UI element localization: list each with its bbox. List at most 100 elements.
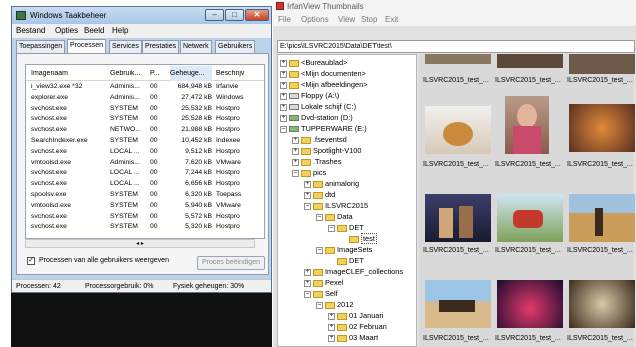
- maximize-button[interactable]: □: [225, 9, 244, 21]
- path-field[interactable]: E:\pics\ILSVRC2015\Data\DET\test\: [277, 40, 635, 53]
- table-row[interactable]: svchost.exe SYSTEM 00 5,320 kB Hostpro: [26, 223, 264, 233]
- tree-item[interactable]: + .fseventsd: [292, 134, 347, 145]
- tree-item[interactable]: + Lokale schijf (C:): [280, 101, 356, 112]
- tree-item[interactable]: + ImageCLEF_collections: [304, 266, 403, 277]
- tree-item[interactable]: + <Mijn afbeeldingen>: [280, 79, 368, 90]
- iv-menu-options[interactable]: Options: [301, 15, 329, 24]
- tab-services[interactable]: Services: [109, 40, 142, 53]
- close-button[interactable]: ✕: [245, 9, 269, 21]
- thumbnail[interactable]: [497, 54, 563, 68]
- table-row[interactable]: svchost.exe SYSTEM 00 25,528 kB Hostpro: [26, 115, 264, 125]
- tree-item[interactable]: – Self: [304, 288, 338, 299]
- table-row[interactable]: svchost.exe SYSTEM 00 5,572 kB Hostpro: [26, 213, 264, 223]
- folder-icon: [301, 169, 311, 177]
- title-bar[interactable]: Windows Taakbeheer – □ ✕: [12, 7, 271, 24]
- thumbnail[interactable]: [425, 194, 491, 242]
- tree-item[interactable]: – Data: [316, 211, 353, 222]
- iv-menu-file[interactable]: File: [278, 15, 291, 24]
- tab-prestaties[interactable]: Prestaties: [142, 40, 180, 53]
- tree-item[interactable]: – DET: [328, 222, 364, 233]
- folder-icon: [313, 180, 323, 188]
- table-cell: svchost.exe: [31, 180, 67, 188]
- thumbnail[interactable]: [497, 194, 563, 242]
- iv-menu-exit[interactable]: Exit: [385, 15, 398, 24]
- tab-netwerk[interactable]: Netwerk: [180, 40, 212, 53]
- menu-help[interactable]: Help: [112, 26, 128, 35]
- tree-item[interactable]: + Pexel: [304, 277, 344, 288]
- thumbnail[interactable]: [497, 280, 563, 328]
- tree-item[interactable]: + Spotlight-V100: [292, 145, 361, 156]
- thumbnail[interactable]: [505, 96, 549, 154]
- thumbnail[interactable]: [569, 104, 635, 152]
- tree-item[interactable]: + dtd: [304, 189, 335, 200]
- table-row[interactable]: vmtoolsd.exe SYSTEM 00 5,940 kB VMware: [26, 202, 264, 212]
- tree-item[interactable]: – ILSVRC2015: [304, 200, 368, 211]
- table-row[interactable]: vmtoolsd.exe Adminis... 00 7,620 kB VMware: [26, 159, 264, 169]
- tree-item[interactable]: + <Mijn documenten>: [280, 68, 366, 79]
- tree-item[interactable]: –2012: [316, 299, 353, 310]
- col-geheugen[interactable]: Geheuge...: [170, 66, 212, 81]
- tree-item[interactable]: + .Trashes: [292, 156, 341, 167]
- thumbnail[interactable]: [425, 54, 491, 64]
- iv-title-bar[interactable]: IrfanView Thumbnails: [273, 0, 636, 13]
- col-beschrijving[interactable]: Beschrijv: [216, 70, 256, 77]
- table-row[interactable]: svchost.exe LOCAL ... 00 7,244 kB Hostpro: [26, 169, 264, 179]
- col-processor[interactable]: P...: [150, 70, 166, 77]
- tree-item[interactable]: +02 Februari: [328, 321, 387, 332]
- tree-item[interactable]: + Floppy (A:\): [280, 90, 339, 101]
- table-cell: svchost.exe: [31, 169, 67, 177]
- col-gebruiker[interactable]: Gebruik...: [110, 70, 144, 77]
- folder-icon: [337, 334, 347, 342]
- tree-item[interactable]: + <Bureaublad>: [280, 57, 347, 68]
- menu-beeld[interactable]: Beeld: [84, 26, 104, 35]
- tree-item[interactable]: + Dvd-station (D:): [280, 112, 353, 123]
- table-row[interactable]: i_view32.exe *32 Adminis... 00 684,948 kB Ir…: [26, 83, 264, 93]
- tree-item-selected[interactable]: test: [349, 233, 377, 244]
- col-imagenaam[interactable]: Imagenaam: [31, 70, 101, 77]
- tab-gebruikers[interactable]: Gebruikers: [215, 40, 256, 53]
- table-row[interactable]: spoolsv.exe SYSTEM 00 6,320 kB Toepass: [26, 191, 264, 201]
- table-cell: 27,472 kB: [181, 93, 212, 101]
- folder-icon: [325, 301, 335, 309]
- tree-item[interactable]: – pics: [292, 167, 326, 178]
- table-row[interactable]: svchost.exe LOCAL ... 00 6,656 kB Hostpro: [26, 180, 264, 190]
- tree-item[interactable]: + animalorig: [304, 178, 359, 189]
- thumbnail[interactable]: [569, 280, 635, 328]
- show-all-checkbox[interactable]: ✓: [27, 257, 35, 265]
- table-row[interactable]: explorer.exe Adminis... 00 27,472 kB Windows: [26, 93, 264, 104]
- tab-processen[interactable]: Processen: [67, 39, 107, 53]
- tree-item[interactable]: – ImageSets: [316, 244, 372, 255]
- tab-toepassingen[interactable]: Toepassingen: [16, 40, 66, 53]
- iv-menu-bar: File Options View Stop Exit: [273, 13, 636, 26]
- tree-item[interactable]: +01 Januari: [328, 310, 384, 321]
- thumbnail[interactable]: [569, 54, 635, 74]
- folder-tree[interactable]: + <Bureaublad> + <Mijn documenten> + <Mijn …: [277, 54, 417, 347]
- table-row[interactable]: SearchIndexer.exe SYSTEM 00 10,452 kB Indexe…: [26, 137, 264, 147]
- end-process-button[interactable]: Proces beëindigen: [197, 256, 265, 270]
- table-cell: Toepass: [216, 191, 242, 198]
- table-cell: Hostpro: [216, 169, 240, 177]
- minimize-button[interactable]: –: [205, 9, 224, 21]
- tree-item[interactable]: DET: [337, 255, 364, 266]
- table-cell: 6,320 kB: [185, 191, 212, 198]
- thumbnail[interactable]: [425, 280, 491, 328]
- process-list[interactable]: Imagenaam Gebruik... P... Geheuge... Bes…: [25, 64, 265, 239]
- thumbnail[interactable]: [569, 194, 635, 242]
- menu-bestand[interactable]: Bestand: [16, 26, 45, 35]
- menu-bar: Bestand Opties Beeld Help: [12, 24, 271, 38]
- thumbnail[interactable]: [425, 106, 491, 154]
- iv-menu-stop[interactable]: Stop: [361, 15, 377, 24]
- thumbnail-caption: ILSVRC2015_test_...: [495, 335, 561, 342]
- table-cell: SYSTEM: [110, 104, 138, 112]
- tab-strip: Toepassingen Processen Services Prestati…: [16, 39, 269, 53]
- table-row[interactable]: svchost.exe NETWO... 00 21,988 kB Hostpro: [26, 126, 264, 136]
- tree-item[interactable]: +03 Maart: [328, 332, 378, 343]
- table-row[interactable]: svchost.exe SYSTEM 00 25,532 kB Hostpro: [26, 104, 264, 115]
- menu-opties[interactable]: Opties: [55, 26, 78, 35]
- tree-item[interactable]: – TUPPERWARE (E:): [280, 123, 367, 134]
- horizontal-scrollbar[interactable]: ◂ ▸: [25, 239, 255, 248]
- table-row[interactable]: svchost.exe LOCAL ... 00 9,512 kB Hostpro: [26, 148, 264, 158]
- table-cell: Hostpro: [216, 115, 240, 123]
- iv-menu-view[interactable]: View: [338, 15, 355, 24]
- show-all-label: Processen van alle gebruikers weergeven: [39, 257, 169, 264]
